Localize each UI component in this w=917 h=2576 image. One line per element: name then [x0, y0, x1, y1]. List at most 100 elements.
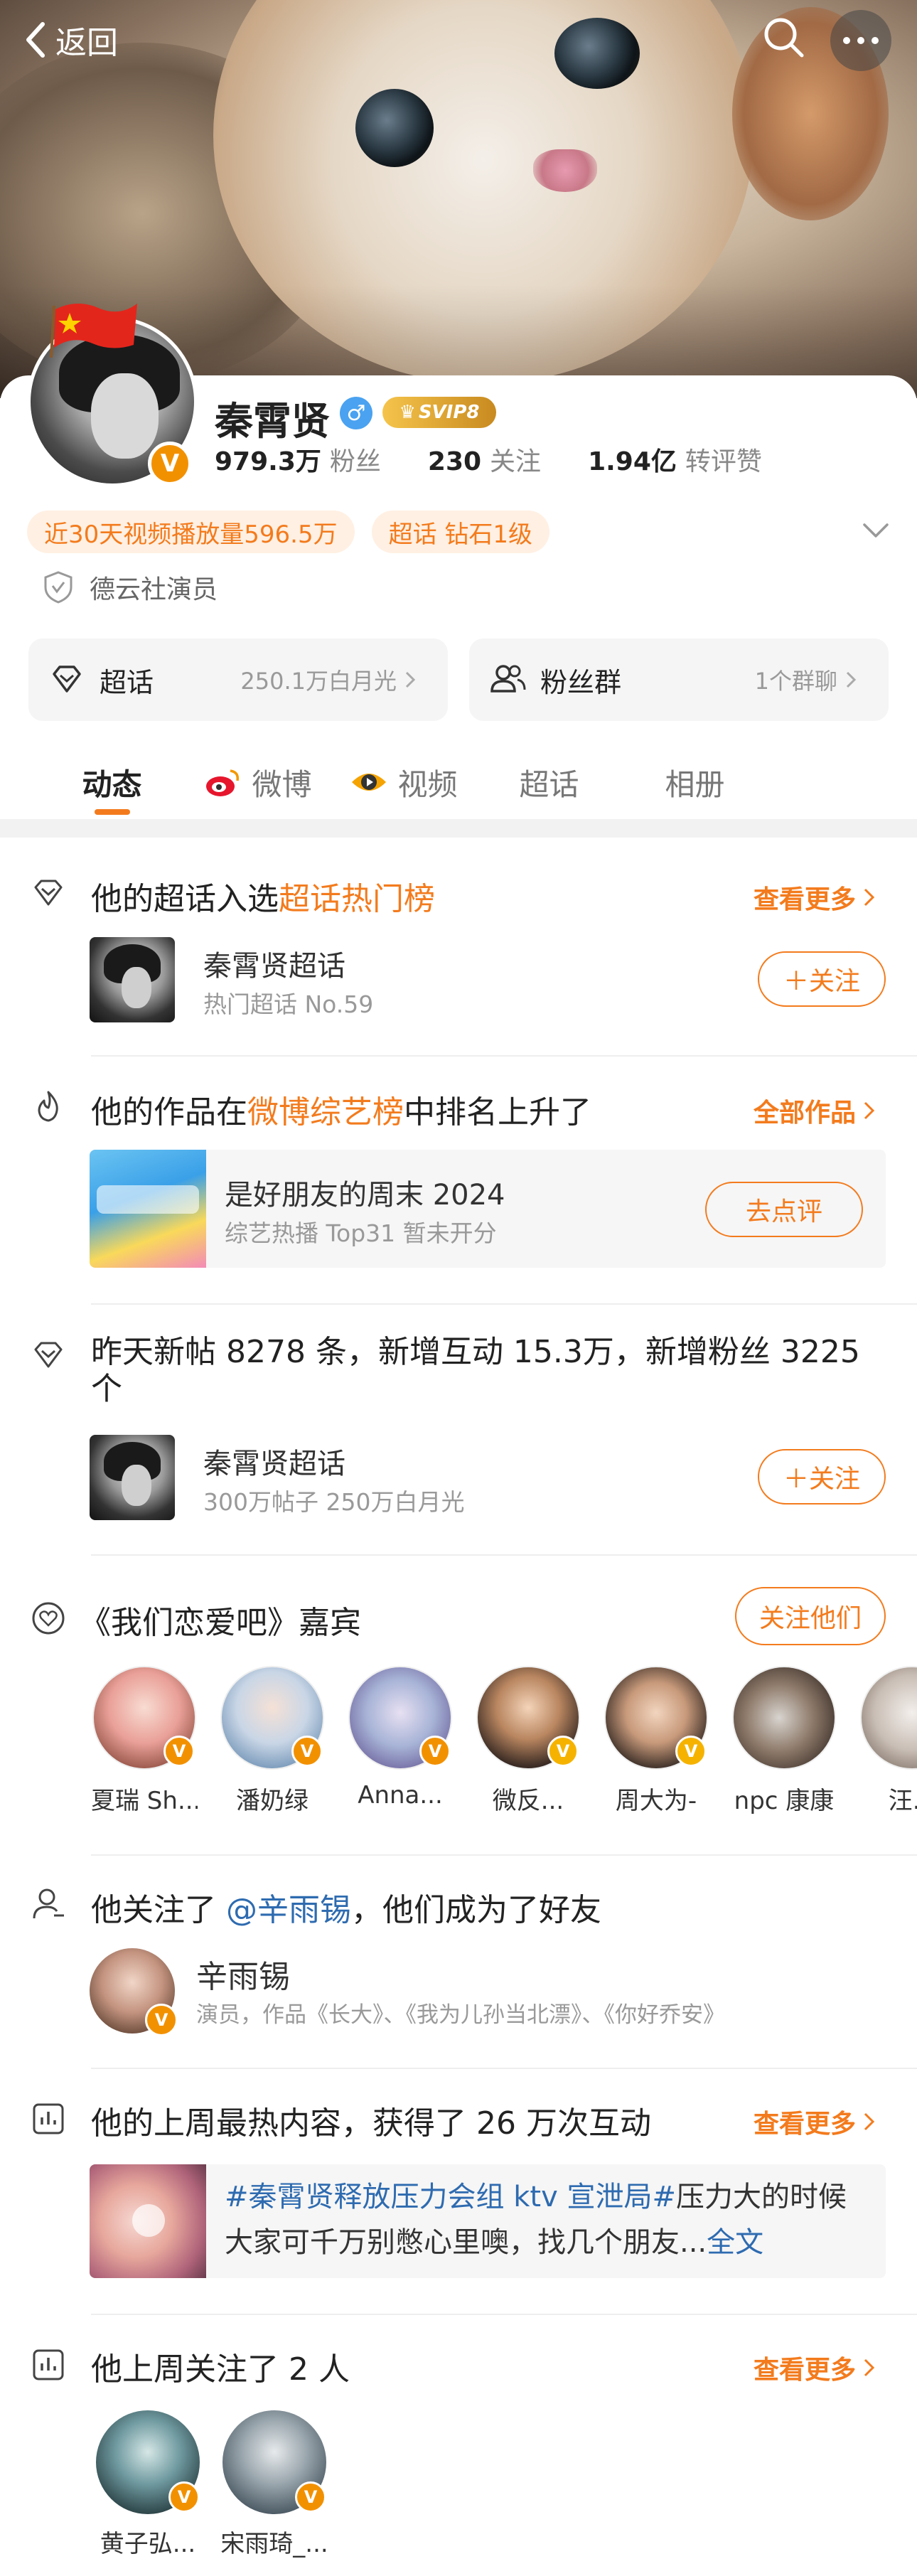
profile-stats: 979.3万 粉丝 230 关注 1.94亿 转评赞: [215, 441, 809, 478]
play-icon: [132, 2204, 165, 2237]
see-more-label: 查看更多: [754, 2110, 857, 2139]
see-more-label: 查看更多: [754, 2356, 857, 2385]
svip-label: SVIP8: [418, 402, 480, 423]
fan-group-value: 1个群聊: [754, 668, 837, 695]
supertopic-level-tag[interactable]: 超话 钻石1级: [371, 511, 550, 553]
supertopic-name[interactable]: 秦霄贤超话: [203, 1441, 345, 1482]
section-title: 他的上周最热内容，获得了 26 万次互动: [91, 2105, 651, 2142]
guest-item[interactable]: V 周大为-: [603, 1666, 709, 1816]
section-title: 昨天新帖 8278 条，新增互动 15.3万，新增粉丝 3225 个: [91, 1334, 873, 1408]
guest-name: 汪...: [888, 1787, 917, 1815]
fan-group-link[interactable]: 粉丝群 1个群聊: [469, 638, 889, 721]
post-thumbnail: [90, 2164, 206, 2278]
guest-item[interactable]: npc 康康: [731, 1666, 837, 1816]
profile-name: 秦霄贤: [215, 399, 330, 444]
post-body: 大家可千万别憋心里噢，找几个朋友...: [225, 2226, 707, 2259]
supertopic-thumbnail[interactable]: [90, 937, 175, 1022]
hot-post-card[interactable]: #秦霄贤释放压力会组 ktv 宣泄局#压力大的时候 大家可千万别憋心里噢，找几个…: [90, 2164, 886, 2278]
variety-poster: [90, 1150, 206, 1268]
follow-button[interactable]: ＋关注: [758, 1449, 886, 1505]
profile-tabs: 动态 微博 视频 超话 相册: [0, 747, 917, 818]
guest-name: 夏瑞 Sh...: [91, 1787, 198, 1815]
mention-link[interactable]: @辛雨锡: [226, 1892, 351, 1928]
diamond-icon: [53, 666, 81, 693]
followed-user-name: 宋雨琦_...: [220, 2530, 328, 2558]
chevron-right-icon: [864, 888, 875, 907]
topic-link[interactable]: #秦霄贤释放压力会组 ktv 宣泄局#: [225, 2181, 676, 2213]
tab-supertopic[interactable]: 超话: [476, 747, 622, 818]
title-text: 中排名上升了: [404, 1094, 591, 1131]
guest-item[interactable]: V Anna...: [347, 1666, 454, 1810]
supertopic-stats: 300万帖子 250万白月光: [203, 1488, 465, 1516]
full-text-link[interactable]: 全文: [707, 2226, 763, 2259]
followers-label[interactable]: 粉丝: [330, 441, 381, 478]
title-text: 他关注了: [91, 1892, 226, 1928]
follow-button[interactable]: ＋关注: [758, 951, 886, 1007]
search-icon[interactable]: [759, 13, 809, 63]
tab-album-label: 相册: [665, 766, 725, 802]
more-options-button[interactable]: [830, 10, 891, 71]
fan-group-label: 粉丝群: [540, 666, 622, 698]
followers-count[interactable]: 979.3万: [215, 441, 321, 478]
supertopic-thumbnail[interactable]: [90, 1435, 175, 1520]
back-button[interactable]: 返回: [21, 17, 118, 63]
supertopic-rank: 热门超话 No.59: [203, 990, 374, 1018]
followed-user[interactable]: V 宋雨琦_...: [218, 2410, 331, 2559]
following-count[interactable]: 230: [428, 447, 481, 476]
video-icon: [352, 774, 387, 791]
identity-label: 德云社演员: [90, 575, 218, 604]
tab-album[interactable]: 相册: [622, 747, 768, 818]
followed-user[interactable]: V 黄子弘...: [91, 2410, 205, 2559]
tab-feed-label: 动态: [82, 766, 142, 802]
male-icon: ♂: [340, 397, 372, 429]
guest-name: Anna...: [358, 1781, 443, 1810]
tab-video[interactable]: 视频: [331, 747, 476, 818]
guest-item[interactable]: 汪...: [859, 1666, 917, 1816]
all-works-link[interactable]: 全部作品: [754, 1092, 877, 1129]
avatar[interactable]: V: [27, 303, 198, 487]
chevron-down-icon[interactable]: [860, 518, 891, 543]
guest-name: 潘奶绿: [236, 1787, 309, 1815]
chevron-right-icon: [864, 2358, 875, 2377]
followed-user-name: 黄子弘...: [100, 2530, 196, 2558]
following-label[interactable]: 关注: [490, 441, 541, 478]
tab-weibo[interactable]: 微博: [185, 747, 331, 818]
review-button[interactable]: 去点评: [705, 1182, 863, 1237]
post-text: #秦霄贤释放压力会组 ktv 宣泄局#压力大的时候 大家可千万别憋心里噢，找几个…: [225, 2174, 864, 2265]
friend-name[interactable]: 辛雨锡: [196, 1951, 290, 1997]
weibo-icon: [206, 769, 240, 796]
supertopic-value: 250.1万白月光: [240, 668, 397, 695]
section-title: 《我们恋爱吧》嘉宾: [80, 1605, 361, 1641]
identity-row: 德云社演员: [43, 569, 218, 606]
divider: [91, 2068, 917, 2069]
verified-badge: V: [148, 442, 192, 486]
crown-icon: ♛: [399, 402, 416, 423]
group-icon: [490, 665, 526, 693]
svip-badge[interactable]: ♛ SVIP8: [382, 397, 496, 428]
chevron-right-icon: [846, 671, 857, 688]
see-more-link[interactable]: 查看更多: [754, 2103, 877, 2140]
tab-feed[interactable]: 动态: [39, 747, 185, 818]
section-title: 他上周关注了 2 人: [91, 2351, 350, 2388]
variety-list-link[interactable]: 微博综艺榜: [247, 1094, 404, 1131]
see-more-link[interactable]: 查看更多: [754, 2349, 877, 2386]
see-more-label: 查看更多: [754, 885, 857, 914]
guest-item[interactable]: V 潘奶绿: [219, 1666, 326, 1816]
guest-item[interactable]: V 微反...: [475, 1666, 581, 1816]
video-plays-tag[interactable]: 近30天视频播放量596.5万: [27, 511, 355, 553]
supertopic-name[interactable]: 秦霄贤超话: [203, 943, 345, 984]
see-more-link[interactable]: 查看更多: [754, 879, 877, 916]
guest-list: V 夏瑞 Sh... V 潘奶绿 V Anna... V 微反... V 周大为…: [91, 1666, 917, 1829]
flame-icon: [38, 1091, 58, 1122]
divider: [91, 1055, 917, 1057]
variety-rank: 综艺热播 Top31 暂未开分: [225, 1219, 497, 1247]
engagement-label: 转评赞: [685, 447, 762, 476]
guest-item[interactable]: V 夏瑞 Sh...: [91, 1666, 198, 1816]
friend-bio: 演员，作品《长大》、《我为儿孙当北漂》、《你好乔安》: [196, 2002, 725, 2028]
chevron-right-icon: [405, 671, 416, 688]
supertopic-link[interactable]: 超话 250.1万白月光: [28, 638, 448, 721]
follow-them-button[interactable]: 关注他们: [735, 1587, 886, 1645]
hot-list-link[interactable]: 超话热门榜: [279, 881, 435, 917]
top-bar: 返回: [0, 0, 917, 78]
friend-avatar[interactable]: V: [90, 1948, 178, 2036]
